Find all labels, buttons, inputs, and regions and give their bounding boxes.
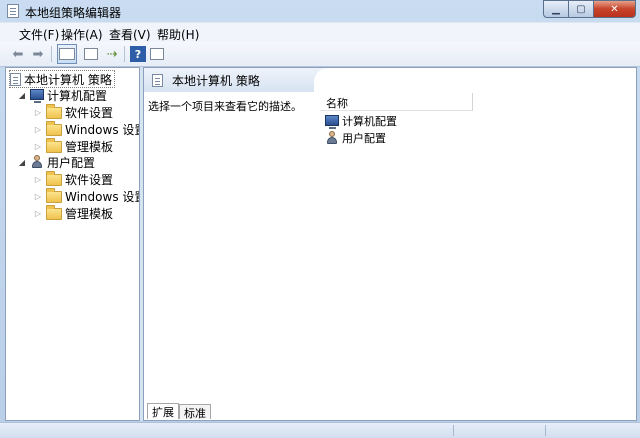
title-bar[interactable]: 本地组策略编辑器 ▁ ▢ ✕ — [0, 0, 640, 22]
tree-item-software-settings[interactable]: ▷ 软件设置 — [33, 104, 113, 120]
toolbar-separator — [124, 46, 125, 62]
minimize-button[interactable]: ▁ — [543, 0, 568, 18]
tree-item-user-windows-settings[interactable]: ▷ Windows 设置 — [33, 188, 140, 204]
expand-arrow-icon[interactable]: ▷ — [33, 175, 43, 184]
policy-document-icon — [152, 74, 163, 87]
expand-arrow-icon[interactable]: ▷ — [33, 125, 43, 134]
collapse-arrow-icon[interactable]: ◢ — [17, 158, 27, 167]
list-item-computer-config[interactable]: 计算机配置 — [325, 113, 397, 129]
folder-icon — [46, 188, 62, 203]
gpedit-app-icon — [7, 4, 19, 18]
folder-icon — [46, 121, 62, 136]
properties-icon[interactable] — [84, 48, 98, 60]
tree-item-label: Windows 设置 — [65, 189, 140, 204]
show-action-pane-icon[interactable] — [150, 48, 164, 60]
tree-item-user-software-settings[interactable]: ▷ 软件设置 — [33, 171, 113, 187]
details-title: 本地计算机 策略 — [152, 72, 260, 89]
tree-item-label: 软件设置 — [65, 172, 114, 187]
expand-arrow-icon[interactable]: ▷ — [33, 209, 43, 218]
gpedit-window: 本地组策略编辑器 ▁ ▢ ✕ 文件(F) 操作(A) 查看(V) 帮助(H) ⬅… — [0, 0, 640, 438]
list-item-user-config[interactable]: 用户配置 — [325, 130, 386, 146]
tree-item-computer-config[interactable]: ◢ 计算机配置 — [17, 87, 107, 103]
expand-arrow-icon[interactable]: ▷ — [33, 192, 43, 201]
back-arrow-icon[interactable]: ⬅ — [10, 46, 26, 62]
menu-file[interactable]: 文件(F) — [19, 26, 59, 43]
toolbar: ⬅ ➡ ⇢ ? — [0, 42, 640, 67]
folder-icon — [46, 171, 62, 186]
computer-icon — [30, 88, 44, 103]
list-item-label: 计算机配置 — [342, 115, 397, 128]
forward-arrow-icon[interactable]: ➡ — [30, 46, 46, 62]
folder-icon — [46, 104, 62, 119]
caption-buttons: ▁ ▢ ✕ — [543, 0, 636, 18]
expand-arrow-icon[interactable]: ▷ — [33, 108, 43, 117]
tree-item-admin-templates[interactable]: ▷ 管理模板 — [33, 138, 113, 154]
menu-view[interactable]: 查看(V) — [109, 26, 151, 43]
view-tabs: 扩展 标准 — [147, 403, 211, 420]
column-header-label: 名称 — [326, 97, 348, 110]
window-title: 本地组策略编辑器 — [25, 6, 122, 20]
expand-arrow-icon[interactable]: ▷ — [33, 142, 43, 151]
help-icon[interactable]: ? — [130, 46, 146, 62]
tree-item-label: 管理模板 — [65, 139, 114, 154]
folder-icon — [46, 138, 62, 153]
user-icon — [30, 155, 44, 169]
tree-item-user-config[interactable]: ◢ 用户配置 — [17, 154, 95, 170]
tree-item-label: 本地计算机 策略 — [24, 72, 112, 87]
details-pane: 本地计算机 策略 选择一个项目来查看它的描述。 名称 计算机配置 用户配置 扩展… — [143, 67, 637, 421]
tree-item-label: Windows 设置 — [65, 122, 140, 137]
details-header: 本地计算机 策略 — [144, 68, 636, 92]
policy-document-icon — [10, 72, 21, 86]
maximize-button[interactable]: ▢ — [568, 0, 593, 18]
tree-item-label: 用户配置 — [47, 155, 96, 170]
close-button[interactable]: ✕ — [593, 0, 636, 18]
menu-bar: 文件(F) 操作(A) 查看(V) 帮助(H) — [0, 22, 640, 43]
tree-item-windows-settings[interactable]: ▷ Windows 设置 — [33, 121, 140, 137]
menu-help[interactable]: 帮助(H) — [157, 26, 199, 43]
status-divider — [453, 425, 454, 436]
list-item-label: 用户配置 — [342, 132, 386, 145]
tree-item-label: 计算机配置 — [47, 88, 108, 103]
tree-item-local-computer-policy[interactable]: 本地计算机 策略 — [9, 70, 115, 88]
tree-item-label: 管理模板 — [65, 206, 114, 221]
description-text: 选择一个项目来查看它的描述。 — [148, 100, 302, 113]
folder-icon — [46, 205, 62, 220]
export-list-icon[interactable]: ⇢ — [104, 46, 120, 62]
user-icon — [325, 131, 339, 145]
header-curve — [314, 68, 636, 92]
console-tree: 本地计算机 策略 ◢ 计算机配置 ▷ 软件设置 ▷ Windows 设置 ▷ 管… — [5, 67, 140, 421]
tree-item-user-admin-templates[interactable]: ▷ 管理模板 — [33, 205, 113, 221]
tree-item-label: 软件设置 — [65, 105, 114, 120]
status-divider — [545, 425, 546, 436]
collapse-arrow-icon[interactable]: ◢ — [17, 91, 27, 100]
toolbar-separator — [51, 46, 52, 62]
computer-icon — [325, 114, 339, 129]
console-tree-icon — [59, 48, 75, 60]
tab-extended[interactable]: 扩展 — [147, 403, 179, 419]
details-title-text: 本地计算机 策略 — [172, 74, 260, 88]
menu-action[interactable]: 操作(A) — [61, 26, 103, 43]
status-bar — [0, 422, 640, 438]
column-header-name[interactable]: 名称 — [320, 93, 473, 111]
tab-standard[interactable]: 标准 — [179, 404, 211, 420]
